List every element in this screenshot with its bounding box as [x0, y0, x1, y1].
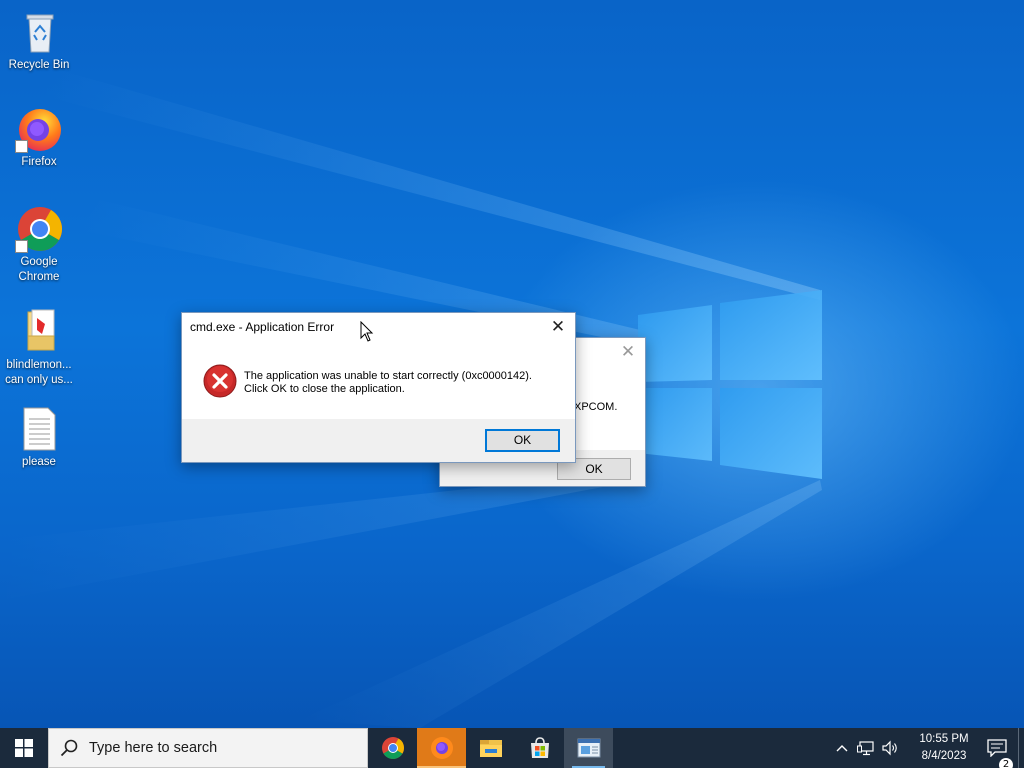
shortcut-arrow-icon: [15, 140, 28, 153]
firefox-icon: [430, 737, 453, 759]
close-icon[interactable]: ✕: [545, 315, 571, 339]
dialog-footer: OK: [182, 419, 575, 462]
taskbar: Type here to search 10:55 PM 8/4/2023 2: [0, 728, 1024, 768]
notification-icon: [987, 739, 1007, 757]
desktop-icon-please[interactable]: please: [0, 405, 78, 470]
taskbar-app-window[interactable]: [564, 728, 613, 768]
dialog-message: The application was unable to start corr…: [244, 370, 532, 396]
taskbar-search-box[interactable]: Type here to search: [48, 728, 368, 768]
dialog-titlebar[interactable]: cmd.exe - Application Error ✕: [182, 313, 575, 343]
windows-logo-wallpaper: [638, 290, 822, 479]
chrome-icon: [381, 737, 404, 759]
start-button[interactable]: [0, 728, 48, 768]
action-center-button[interactable]: 2: [976, 739, 1018, 768]
desktop: Recycle Bin Firefox Google Chrome blindl…: [0, 0, 1024, 728]
microsoft-store-icon: [530, 737, 549, 758]
desktop-icon-label: Recycle Bin: [8, 59, 70, 71]
show-hidden-icons-chevron-icon[interactable]: [830, 744, 854, 752]
shortcut-arrow-icon: [15, 240, 28, 253]
error-icon: [203, 364, 237, 401]
application-error-dialog: cmd.exe - Application Error ✕ The applic…: [181, 312, 576, 463]
taskbar-app-file-explorer[interactable]: [466, 728, 515, 768]
windows-start-icon: [15, 739, 33, 757]
firefox-icon: [15, 105, 63, 153]
dialog-message: XPCOM.: [574, 401, 618, 413]
system-tray: 10:55 PM 8/4/2023 2: [830, 728, 1024, 768]
desktop-icon-firefox[interactable]: Firefox: [0, 105, 78, 170]
search-icon: [49, 739, 89, 757]
taskbar-app-firefox[interactable]: [417, 728, 466, 768]
chrome-icon: [15, 205, 63, 253]
dialog-message-line: The application was unable to start corr…: [244, 370, 532, 382]
notification-count-badge: 2: [999, 758, 1013, 768]
taskbar-app-chrome[interactable]: [368, 728, 417, 768]
clock-time: 10:55 PM: [919, 733, 969, 745]
volume-icon[interactable]: [878, 740, 902, 756]
show-desktop-button[interactable]: [1018, 728, 1024, 768]
application-window-icon: [577, 738, 600, 758]
mouse-cursor-icon: [360, 321, 374, 342]
network-icon[interactable]: [854, 740, 878, 756]
desktop-icon-label: Firefox: [21, 156, 57, 168]
desktop-icon-label: Google Chrome: [18, 256, 60, 283]
desktop-icon-label: please: [22, 456, 56, 468]
close-icon[interactable]: ✕: [615, 340, 641, 364]
desktop-icon-label: blindlemon... can only us...: [5, 359, 73, 386]
desktop-icon-blindlemon[interactable]: blindlemon... can only us...: [0, 308, 78, 388]
dialog-message-line: Click OK to close the application.: [244, 383, 405, 395]
desktop-icon-google-chrome[interactable]: Google Chrome: [0, 205, 78, 285]
clock-date: 8/4/2023: [921, 750, 967, 762]
recycle-bin-icon: [15, 8, 63, 56]
file-explorer-icon: [479, 740, 502, 757]
folder-icon: [15, 308, 63, 356]
taskbar-app-microsoft-store[interactable]: [515, 728, 564, 768]
text-file-icon: [15, 405, 63, 453]
desktop-icon-recycle-bin[interactable]: Recycle Bin: [0, 8, 78, 73]
dialog-title: cmd.exe - Application Error: [190, 320, 335, 334]
clock[interactable]: 10:55 PM 8/4/2023: [912, 731, 976, 765]
ok-button[interactable]: OK: [485, 429, 560, 452]
search-placeholder: Type here to search: [89, 740, 218, 756]
